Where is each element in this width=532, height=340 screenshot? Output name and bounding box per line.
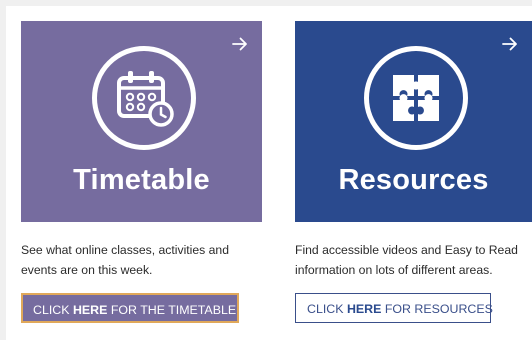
timetable-card: Timetable See what online classes, activ… <box>21 21 262 323</box>
button-emphasis: HERE <box>72 303 108 317</box>
timetable-title: Timetable <box>73 164 210 196</box>
resources-tile[interactable]: Resources <box>295 21 532 222</box>
button-prefix: CLICK <box>33 303 73 317</box>
timetable-description: See what online classes, activities and … <box>21 243 229 277</box>
content-panel: Timetable See what online classes, activ… <box>6 6 532 340</box>
resources-title: Resources <box>338 164 489 196</box>
calendar-clock-icon <box>91 46 196 150</box>
arrow-right-icon <box>502 37 517 51</box>
timetable-tile[interactable]: Timetable <box>21 21 262 222</box>
button-prefix: CLICK <box>307 302 347 316</box>
button-suffix: FOR THE TIMETABLE <box>107 303 237 317</box>
timetable-button[interactable]: CLICK HERE FOR THE TIMETABLE <box>21 293 239 323</box>
resources-button[interactable]: CLICK HERE FOR RESOURCES <box>295 293 493 323</box>
button-emphasis: HERE <box>346 302 382 316</box>
button-suffix: FOR RESOURCES <box>381 302 493 316</box>
resources-description: Find accessible videos and Easy to Read … <box>295 243 518 277</box>
puzzle-icon <box>363 46 468 150</box>
arrow-right-icon <box>232 37 247 51</box>
resources-card: Resources Find accessible videos and Eas… <box>295 21 532 323</box>
